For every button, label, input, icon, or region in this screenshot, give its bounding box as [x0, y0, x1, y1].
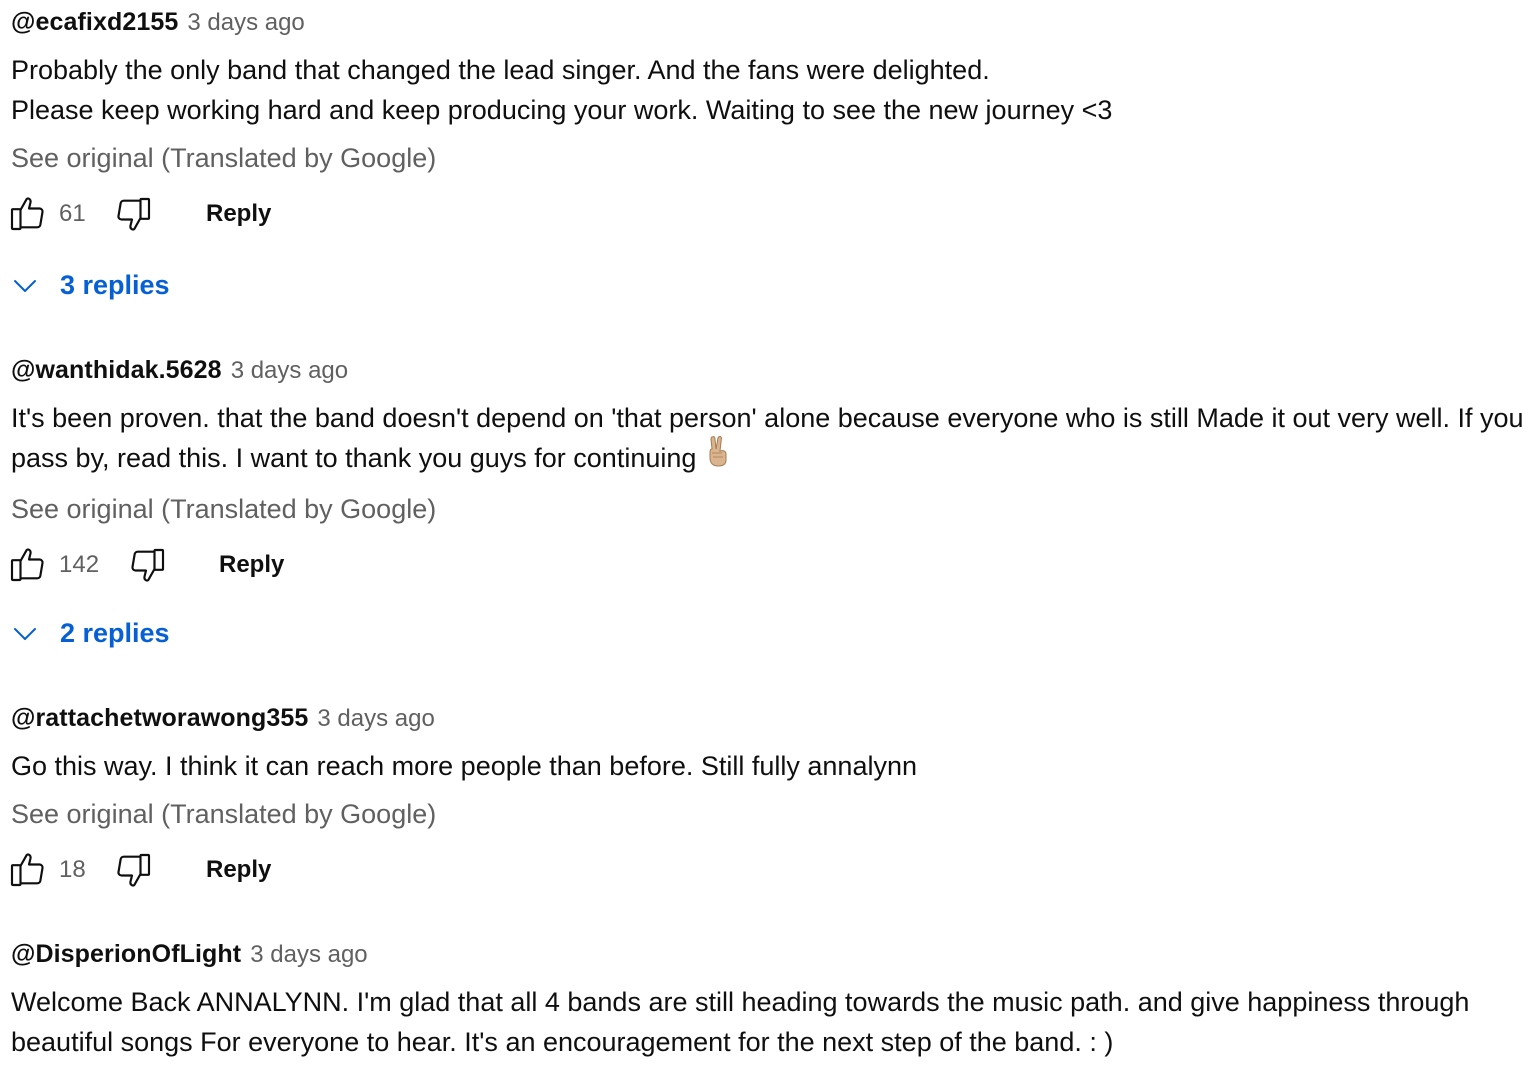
thumb-up-icon[interactable]	[7, 850, 47, 890]
comment-actions: 142 Reply	[11, 545, 1531, 595]
comment-thread: @rattachetworawong355 3 days ago Go this…	[11, 704, 1531, 900]
view-replies-button[interactable]: 2 replies	[10, 618, 170, 649]
reply-button[interactable]: Reply	[206, 856, 271, 884]
comment-header: @DisperionOfLight 3 days ago	[11, 940, 1531, 974]
view-replies-button[interactable]: 3 replies	[10, 270, 170, 301]
see-original-link[interactable]: See original (Translated by Google)	[11, 138, 1531, 178]
comment-text: It's been proven. that the band doesn't …	[11, 398, 1531, 481]
reply-button[interactable]: Reply	[206, 200, 271, 228]
replies-count-label: 2 replies	[60, 618, 170, 648]
thumb-down-icon[interactable]	[114, 194, 154, 234]
comment-text: Probably the only band that changed the …	[11, 55, 1113, 125]
see-original-link[interactable]: See original (Translated by Google)	[11, 489, 1531, 529]
thumb-up-icon[interactable]	[7, 194, 47, 234]
comment-author[interactable]: @rattachetworawong355	[11, 704, 308, 733]
victory-hand-emoji	[704, 435, 732, 478]
comment-time[interactable]: 3 days ago	[250, 941, 367, 969]
comment-actions: 18 Reply	[11, 850, 1531, 900]
reply-button[interactable]: Reply	[219, 551, 284, 579]
see-original-link[interactable]: See original (Translated by Google)	[11, 794, 1531, 834]
chevron-down-icon	[10, 619, 40, 649]
comment-thread: @wanthidak.5628 3 days ago It's been pro…	[11, 356, 1531, 595]
thumb-up-icon[interactable]	[7, 545, 47, 585]
comment-time[interactable]: 3 days ago	[231, 357, 348, 385]
comment-header: @wanthidak.5628 3 days ago	[11, 356, 1531, 390]
comment-header: @rattachetworawong355 3 days ago	[11, 704, 1531, 738]
comment-author[interactable]: @ecafixd2155	[11, 8, 178, 37]
comment-time[interactable]: 3 days ago	[317, 705, 434, 733]
replies-count-label: 3 replies	[60, 270, 170, 300]
comment-text-body: It's been proven. that the band doesn't …	[11, 403, 1532, 473]
comment-text: Welcome Back ANNALYNN. I'm glad that all…	[11, 987, 1477, 1057]
comment-author[interactable]: @wanthidak.5628	[11, 356, 222, 385]
like-count: 61	[59, 200, 86, 227]
comment-header: @ecafixd2155 3 days ago	[11, 8, 1531, 42]
comment-time[interactable]: 3 days ago	[187, 9, 304, 37]
comment-actions: 61 Reply	[11, 194, 1531, 244]
like-count: 18	[59, 856, 86, 883]
thumb-down-icon[interactable]	[128, 545, 168, 585]
comment-thread: @DisperionOfLight 3 days ago Welcome Bac…	[11, 940, 1531, 1062]
comment-author[interactable]: @DisperionOfLight	[11, 940, 241, 969]
thumb-down-icon[interactable]	[114, 850, 154, 890]
comment-text: Go this way. I think it can reach more p…	[11, 751, 917, 781]
like-count: 142	[59, 551, 100, 579]
chevron-down-icon	[10, 271, 40, 301]
comment-thread: @ecafixd2155 3 days ago Probably the onl…	[11, 8, 1531, 244]
